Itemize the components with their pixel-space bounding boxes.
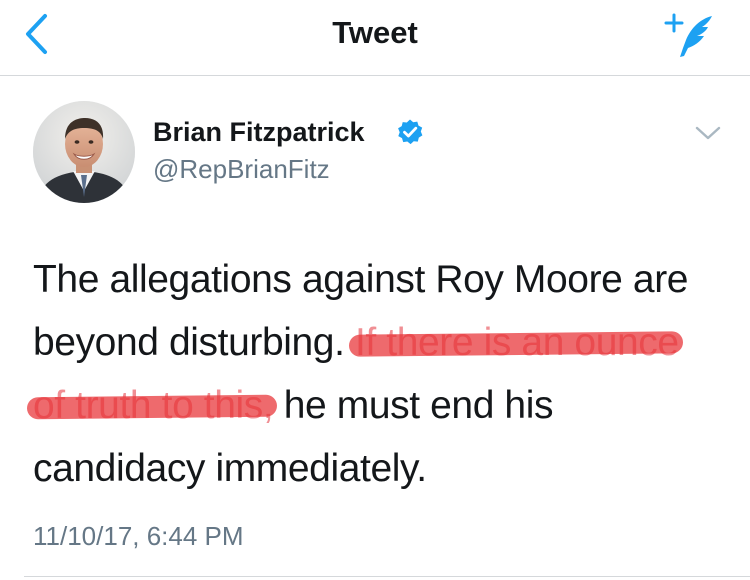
- nav-bar: Tweet: [0, 0, 750, 76]
- chevron-left-icon: [26, 14, 47, 54]
- avatar[interactable]: [33, 101, 135, 203]
- profile-photo: [33, 101, 135, 203]
- tweet-detail-screen: Tweet Brian Fitzpatrick @RepBrianFitz Th…: [0, 0, 750, 580]
- compose-tweet-icon: [664, 13, 712, 57]
- tweet-text-line: of truth to this, he must end his: [26, 374, 733, 437]
- tweet-text: The allegations against Roy Moore are be…: [26, 248, 733, 500]
- tweet-text-line: candidacy immediately.: [33, 437, 733, 500]
- tweet-text-segment: beyond disturbing.: [33, 321, 355, 364]
- divider: [24, 576, 750, 577]
- page-title: Tweet: [332, 15, 418, 50]
- highlighted-strikethrough-text: of truth to this,: [26, 384, 278, 427]
- tweet-text-segment: he must end his: [273, 384, 554, 427]
- tweet-text-segment: The allegations against Roy Moore are: [33, 258, 689, 301]
- tweet-text-segment: If there is an ounce: [354, 321, 679, 364]
- tweet-text-segment: of truth to this,: [33, 384, 274, 427]
- tweet-text-line: beyond disturbing. If there is an ounce: [33, 311, 733, 374]
- tweet-options-button[interactable]: [690, 118, 726, 148]
- highlighted-strikethrough-text: If there is an ounce: [348, 321, 683, 364]
- tweet-timestamp: 11/10/17, 6:44 PM: [33, 521, 244, 551]
- tweet-text-line: The allegations against Roy Moore are: [33, 248, 733, 311]
- author-display-name[interactable]: Brian Fitzpatrick: [153, 115, 365, 149]
- author-handle[interactable]: @RepBrianFitz: [153, 153, 330, 185]
- back-button[interactable]: [14, 10, 58, 58]
- chevron-down-icon: [695, 126, 721, 140]
- tweet-text-segment: candidacy immediately.: [33, 447, 427, 490]
- verified-badge-icon: [398, 119, 423, 145]
- compose-button[interactable]: [664, 10, 716, 62]
